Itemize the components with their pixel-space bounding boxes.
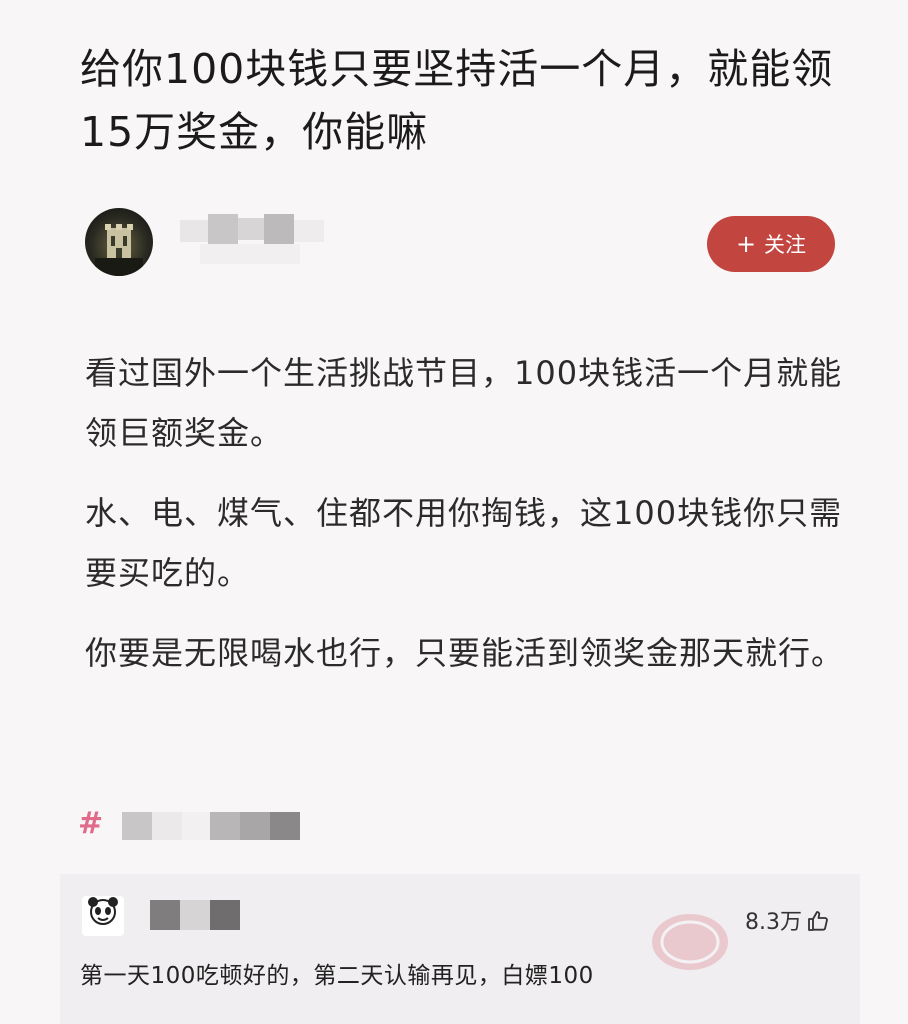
post-body: 看过国外一个生活挑战节目，100块钱活一个月就能领巨额奖金。 水、电、煤气、住都… xyxy=(85,343,845,703)
topic-blurred xyxy=(270,812,300,840)
thumbs-up-icon xyxy=(808,911,828,931)
commenter-name-blurred xyxy=(150,900,180,930)
topic-blurred xyxy=(240,812,270,840)
panda-meme-icon xyxy=(88,897,118,925)
plus-icon: + xyxy=(735,230,757,258)
author-avatar[interactable] xyxy=(85,208,153,276)
post-page: 给你100块钱只要坚持活一个月，就能领15万奖金，你能嘛 + 关注 看过国外一个… xyxy=(0,0,908,1024)
top-comment: 8.3万 第一天100吃顿好的，第二天认输再见，白嫖100 xyxy=(60,874,860,1024)
paragraph: 你要是无限喝水也行，只要能活到领奖金那天就行。 xyxy=(85,634,845,672)
topic-blurred xyxy=(182,812,210,840)
castle-icon xyxy=(95,224,143,276)
like-button[interactable]: 8.3万 xyxy=(745,904,830,936)
topic-blurred xyxy=(152,812,182,840)
commenter-avatar[interactable] xyxy=(82,896,124,936)
topic-tag[interactable]: # xyxy=(78,806,378,844)
topic-blurred xyxy=(122,812,152,840)
topic-blurred xyxy=(210,812,240,840)
commenter-name-blurred xyxy=(210,900,240,930)
paragraph: 看过国外一个生活挑战节目，100块钱活一个月就能领巨额奖金。 xyxy=(85,354,843,452)
comment-text: 第一天100吃顿好的，第二天认输再见，白嫖100 xyxy=(80,963,594,989)
author-row: + 关注 xyxy=(85,208,835,280)
follow-label: 关注 xyxy=(764,233,807,257)
like-count: 8.3万 xyxy=(745,910,802,935)
hash-icon: # xyxy=(78,806,104,841)
post-title: 给你100块钱只要坚持活一个月，就能领15万奖金，你能嘛 xyxy=(80,45,834,156)
follow-button[interactable]: + 关注 xyxy=(707,216,835,272)
author-name-blurred[interactable] xyxy=(180,210,330,270)
paragraph: 水、电、煤气、住都不用你掏钱，这100块钱你只需要买吃的。 xyxy=(85,494,843,592)
stamp-watermark xyxy=(652,914,728,970)
commenter-name-blurred xyxy=(180,900,210,930)
